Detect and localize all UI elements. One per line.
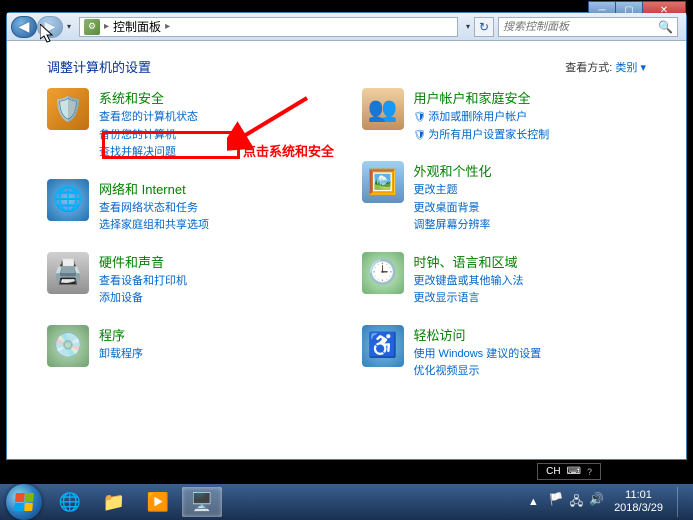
clock-time: 11:01 — [614, 489, 663, 502]
lang-code: CH — [546, 466, 560, 477]
view-dropdown[interactable]: 类别 ▾ — [615, 62, 646, 74]
taskbar: 🌐 📁 ▶️ 🖥️ ▲ 🏳️ 🖧 🔊 11:01 2018/3/29 — [0, 484, 693, 520]
nav-back-button[interactable]: ◀ — [11, 16, 37, 38]
control-panel-icon: ⚙ — [84, 19, 100, 35]
category-link[interactable]: 为所有用户设置家长控制 — [414, 127, 647, 144]
category-title[interactable]: 用户帐户和家庭安全 — [414, 88, 647, 107]
category-link[interactable]: 查找并解决问题 — [99, 144, 332, 161]
category-link[interactable]: 优化视频显示 — [414, 363, 647, 380]
category-clock: 🕒 时钟、语言和区域更改键盘或其他输入法更改显示语言 — [362, 252, 647, 307]
taskbar-explorer[interactable]: 📁 — [94, 487, 134, 517]
view-by: 查看方式: 类别 ▾ — [565, 59, 646, 75]
page-title: 调整计算机的设置 — [47, 57, 151, 76]
taskbar-ie[interactable]: 🌐 — [50, 487, 90, 517]
category-link[interactable]: 更改主题 — [414, 182, 647, 199]
nav-forward-button[interactable]: ▶ — [37, 16, 63, 38]
category-link[interactable]: 使用 Windows 建议的设置 — [414, 346, 647, 363]
category-hw: 🖨️ 硬件和声音查看设备和打印机添加设备 — [47, 252, 332, 307]
clock-icon: 🕒 — [362, 252, 404, 294]
windows-logo-icon — [14, 493, 34, 511]
language-bar[interactable]: CH ⌨ ? — [537, 463, 601, 480]
category-link[interactable]: 备份您的计算机 — [99, 127, 332, 144]
breadcrumb-sep-icon: ▸ — [165, 21, 170, 32]
hw-icon: 🖨️ — [47, 252, 89, 294]
category-link[interactable]: 卸载程序 — [99, 346, 332, 363]
help-icon[interactable]: ? — [587, 467, 592, 477]
start-button[interactable] — [6, 484, 42, 520]
breadcrumb-sep-icon: ▸ — [104, 21, 109, 32]
taskbar-mediaplayer[interactable]: ▶️ — [138, 487, 178, 517]
category-title[interactable]: 时钟、语言和区域 — [414, 252, 647, 271]
network-tray-icon[interactable]: 🖧 — [570, 492, 583, 513]
category-title[interactable]: 系统和安全 — [99, 88, 332, 107]
category-link[interactable]: 更改显示语言 — [414, 290, 647, 307]
category-ease: ♿ 轻松访问使用 Windows 建议的设置优化视频显示 — [362, 325, 647, 380]
titlebar: ◀ ▶ ▾ ⚙ ▸ 控制面板 ▸ ▾ ↻ 🔍 — [7, 13, 686, 41]
breadcrumb-dropdown[interactable]: ▾ — [462, 22, 474, 31]
search-icon[interactable]: 🔍 — [658, 20, 673, 34]
search-input[interactable] — [503, 21, 653, 33]
clock[interactable]: 11:01 2018/3/29 — [614, 489, 663, 515]
category-appear: 🖼️ 外观和个性化更改主题更改桌面背景调整屏幕分辨率 — [362, 161, 647, 234]
appear-icon: 🖼️ — [362, 161, 404, 203]
category-title[interactable]: 程序 — [99, 325, 332, 344]
category-link[interactable]: 添加设备 — [99, 290, 332, 307]
breadcrumb-text[interactable]: 控制面板 — [113, 18, 161, 35]
category-title[interactable]: 硬件和声音 — [99, 252, 332, 271]
keyboard-icon: ⌨ — [567, 466, 581, 477]
net-icon: 🌐 — [47, 179, 89, 221]
taskbar-controlpanel[interactable]: 🖥️ — [182, 487, 222, 517]
category-link[interactable]: 选择家庭组和共享选项 — [99, 217, 332, 234]
prog-icon: 💿 — [47, 325, 89, 367]
category-link[interactable]: 调整屏幕分辨率 — [414, 217, 647, 234]
category-title[interactable]: 外观和个性化 — [414, 161, 647, 180]
refresh-button[interactable]: ↻ — [474, 17, 494, 37]
shield-icon: 🛡️ — [47, 88, 89, 130]
show-desktop-button[interactable] — [677, 487, 687, 517]
history-dropdown[interactable]: ▾ — [63, 22, 75, 31]
category-link[interactable]: 更改桌面背景 — [414, 200, 647, 217]
view-label: 查看方式: — [565, 62, 612, 74]
searchbox[interactable]: 🔍 — [498, 17, 678, 37]
content-area: 调整计算机的设置 查看方式: 类别 ▾ 🛡️ 系统和安全查看您的计算机状态备份您的… — [7, 41, 686, 459]
control-panel-window: ─ ▢ ✕ ◀ ▶ ▾ ⚙ ▸ 控制面板 ▸ ▾ ↻ 🔍 调整计算机的设置 查看… — [6, 12, 687, 460]
flag-icon[interactable]: 🏳️ — [549, 492, 564, 513]
category-link[interactable]: 添加或删除用户帐户 — [414, 109, 647, 126]
category-link[interactable]: 查看设备和打印机 — [99, 273, 332, 290]
tray-expand[interactable]: ▲ — [528, 496, 539, 508]
category-shield: 🛡️ 系统和安全查看您的计算机状态备份您的计算机查找并解决问题 — [47, 88, 332, 161]
category-link[interactable]: 更改键盘或其他输入法 — [414, 273, 647, 290]
user-icon: 👥 — [362, 88, 404, 130]
category-net: 🌐 网络和 Internet 查看网络状态和任务选择家庭组和共享选项 — [47, 179, 332, 234]
category-link[interactable]: 查看网络状态和任务 — [99, 200, 332, 217]
volume-icon[interactable]: 🔊 — [589, 492, 604, 513]
category-title[interactable]: 网络和 Internet — [99, 179, 332, 198]
tray-icons: 🏳️ 🖧 🔊 — [549, 492, 604, 513]
breadcrumb[interactable]: ⚙ ▸ 控制面板 ▸ — [79, 17, 458, 37]
clock-date: 2018/3/29 — [614, 502, 663, 515]
category-title[interactable]: 轻松访问 — [414, 325, 647, 344]
category-link[interactable]: 查看您的计算机状态 — [99, 109, 332, 126]
category-prog: 💿 程序卸载程序 — [47, 325, 332, 367]
category-user: 👥 用户帐户和家庭安全添加或删除用户帐户为所有用户设置家长控制 — [362, 88, 647, 143]
ease-icon: ♿ — [362, 325, 404, 367]
